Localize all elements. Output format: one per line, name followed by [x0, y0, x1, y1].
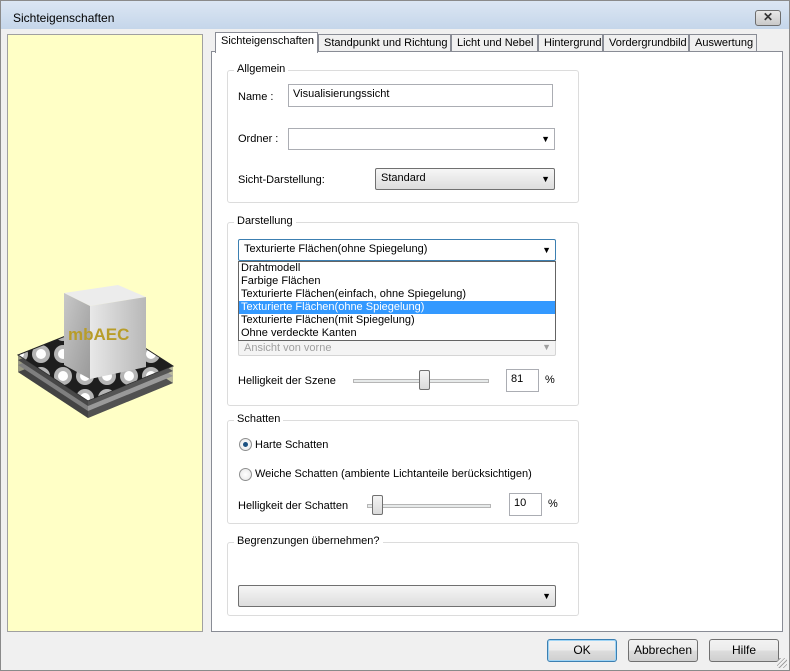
- name-label: Name :: [238, 91, 274, 103]
- percent-label: %: [545, 374, 555, 386]
- helligkeit-schatten-input[interactable]: 10: [509, 493, 542, 516]
- help-button[interactable]: Hilfe: [709, 639, 779, 662]
- chevron-down-icon: ▼: [542, 245, 551, 255]
- option-texturiert-einfach[interactable]: Texturierte Flächen(einfach, ohne Spiege…: [239, 288, 555, 301]
- group-darstellung-title: Darstellung: [234, 215, 296, 227]
- name-input[interactable]: Visualisierungssicht: [288, 84, 553, 107]
- option-texturiert-ohne-spiegelung[interactable]: Texturierte Flächen(ohne Spiegelung): [239, 301, 555, 314]
- resize-grip[interactable]: [777, 658, 787, 668]
- tab-standpunkt-und-richtung[interactable]: Standpunkt und Richtung: [318, 34, 451, 52]
- ansicht-value: Ansicht von vorne: [244, 342, 332, 354]
- helligkeit-schatten-label: Helligkeit der Schatten: [238, 500, 349, 512]
- darstellung-options-list: Drahtmodell Farbige Flächen Texturierte …: [238, 261, 556, 341]
- dialog-window: Sichteigenschaften ✕ mbAEC Sichteigensch…: [0, 0, 790, 671]
- darstellung-dropdown[interactable]: Texturierte Flächen(ohne Spiegelung) ▼: [238, 239, 556, 261]
- sicht-darstellung-label: Sicht-Darstellung:: [238, 174, 325, 186]
- ordner-dropdown[interactable]: ▼: [288, 128, 555, 150]
- helligkeit-szene-label: Helligkeit der Szene: [238, 375, 336, 387]
- percent-label: %: [548, 498, 558, 510]
- harte-schatten-radio[interactable]: [239, 438, 252, 451]
- title-bar: Sichteigenschaften ✕: [1, 1, 789, 29]
- window-title: Sichteigenschaften: [13, 11, 115, 25]
- group-begrenzungen-title: Begrenzungen übernehmen?: [234, 535, 383, 547]
- option-ohne-verdeckte-kanten[interactable]: Ohne verdeckte Kanten: [239, 327, 555, 340]
- harte-schatten-label[interactable]: Harte Schatten: [255, 439, 328, 451]
- option-farbige-flaechen[interactable]: Farbige Flächen: [239, 275, 555, 288]
- tab-hintergrund[interactable]: Hintergrund: [538, 34, 603, 52]
- group-allgemein-title: Allgemein: [234, 63, 289, 75]
- tab-sichteigenschaften[interactable]: Sichteigenschaften: [215, 32, 318, 53]
- cancel-button[interactable]: Abbrechen: [628, 639, 698, 662]
- preview-3d-image: mbAEC: [16, 285, 175, 418]
- chevron-down-icon: ▼: [541, 174, 550, 184]
- sicht-darstellung-value: Standard: [381, 172, 426, 184]
- helligkeit-schatten-thumb[interactable]: [371, 495, 383, 515]
- chevron-down-icon: ▼: [541, 134, 550, 144]
- preview-pane: mbAEC: [7, 34, 203, 632]
- tab-auswertung[interactable]: Auswertung: [689, 34, 757, 52]
- helligkeit-szene-input[interactable]: 81: [506, 369, 539, 392]
- sicht-darstellung-dropdown[interactable]: Standard ▼: [375, 168, 555, 190]
- tab-licht-und-nebel[interactable]: Licht und Nebel: [451, 34, 538, 52]
- ok-button[interactable]: OK: [547, 639, 617, 662]
- tab-vordergrundbild[interactable]: Vordergrundbild: [603, 34, 689, 52]
- group-schatten-title: Schatten: [234, 413, 284, 425]
- darstellung-value: Texturierte Flächen(ohne Spiegelung): [244, 243, 428, 255]
- helligkeit-schatten-slider[interactable]: [367, 504, 491, 508]
- weiche-schatten-label[interactable]: Weiche Schatten (ambiente Lichtanteile b…: [255, 468, 532, 480]
- option-drahtmodell[interactable]: Drahtmodell: [239, 262, 555, 275]
- ordner-label: Ordner :: [238, 133, 279, 145]
- weiche-schatten-radio[interactable]: [239, 468, 252, 481]
- cube-logo: mbAEC: [68, 325, 129, 344]
- chevron-down-icon: ▼: [542, 342, 551, 352]
- option-texturiert-mit-spiegelung[interactable]: Texturierte Flächen(mit Spiegelung): [239, 314, 555, 327]
- chevron-down-icon: ▼: [542, 591, 551, 601]
- begrenzungen-dropdown[interactable]: ▼: [238, 585, 556, 607]
- helligkeit-szene-thumb[interactable]: [418, 370, 430, 390]
- close-button[interactable]: ✕: [755, 10, 781, 26]
